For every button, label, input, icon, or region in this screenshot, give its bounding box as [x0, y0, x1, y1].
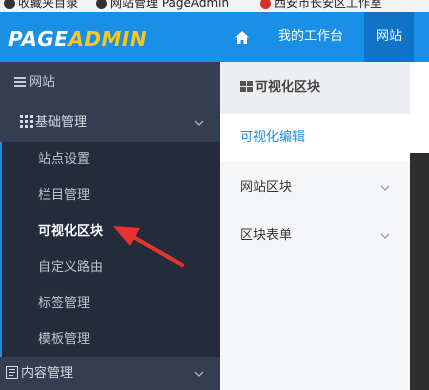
document-icon — [6, 366, 18, 379]
app-root: 收藏夹目录 网站管理 PageAdmin 西安市长安区工作室 PAGEADMIN… — [0, 0, 429, 390]
sidebar-group2-label: 内容管理 — [21, 366, 74, 381]
panel-header: 可视化区块 — [220, 62, 410, 114]
sidebar-group-basic[interactable]: 基础管理 — [0, 104, 220, 142]
bookmark-icon — [4, 0, 15, 9]
panel-item-label: 网站区块 — [240, 180, 293, 195]
sidebar-group-label: 基础管理 — [35, 115, 88, 130]
nav-overflow — [419, 12, 429, 62]
editor-canvas[interactable] — [410, 153, 429, 390]
bookmark-icon — [260, 0, 271, 9]
sub-panel: 可视化区块 可视化编辑 网站区块 区块表单 — [220, 62, 410, 390]
chevron-down-icon — [380, 212, 390, 260]
panel-item-block-forms[interactable]: 区块表单 — [220, 212, 410, 260]
logo-page: PAGE — [8, 27, 69, 51]
bookmark-bar: 收藏夹目录 网站管理 PageAdmin 西安市长安区工作室 — [0, 0, 429, 12]
red-arrow-annotation — [113, 226, 184, 267]
logo-admin: ADMIN — [68, 27, 148, 51]
sidebar-item-site-settings[interactable]: 站点设置 — [0, 142, 220, 178]
home-icon — [235, 30, 249, 44]
top-header: PAGEADMIN 我的工作台 网站 — [0, 12, 429, 62]
panel-item-visual-edit[interactable]: 可视化编辑 — [220, 114, 410, 162]
bookmark-item[interactable]: 西安市长安区工作室 — [260, 0, 382, 11]
bookmark-icon — [96, 0, 107, 9]
blocks-icon — [240, 81, 253, 92]
bookmark-item[interactable]: 网站管理 PageAdmin — [96, 0, 229, 11]
nav-workbench[interactable]: 我的工作台 — [266, 12, 355, 62]
panel-title: 可视化区块 — [255, 80, 321, 95]
menu-icon — [14, 77, 26, 87]
bookmark-item[interactable]: 收藏夹目录 — [4, 0, 78, 11]
nav-home-button[interactable] — [225, 12, 259, 62]
sidebar-group-content[interactable]: 内容管理 — [0, 357, 220, 390]
main-content — [410, 62, 429, 390]
panel-item-label: 区块表单 — [240, 228, 293, 243]
sidebar-header[interactable]: 网站 — [0, 62, 220, 104]
sidebar-title: 网站 — [29, 75, 56, 90]
logo[interactable]: PAGEADMIN — [8, 27, 147, 51]
chevron-down-icon — [194, 357, 204, 390]
chevron-down-icon — [194, 104, 204, 142]
grid-icon — [20, 115, 33, 128]
sidebar-item-template-management[interactable]: 模板管理 — [0, 322, 220, 358]
active-group-indicator — [0, 142, 2, 357]
sidebar-item-column-management[interactable]: 栏目管理 — [0, 178, 220, 214]
sidebar-item-tag-management[interactable]: 标签管理 — [0, 286, 220, 322]
nav-site[interactable]: 网站 — [364, 12, 415, 62]
panel-item-site-blocks[interactable]: 网站区块 — [220, 164, 410, 212]
chevron-down-icon — [380, 164, 390, 212]
